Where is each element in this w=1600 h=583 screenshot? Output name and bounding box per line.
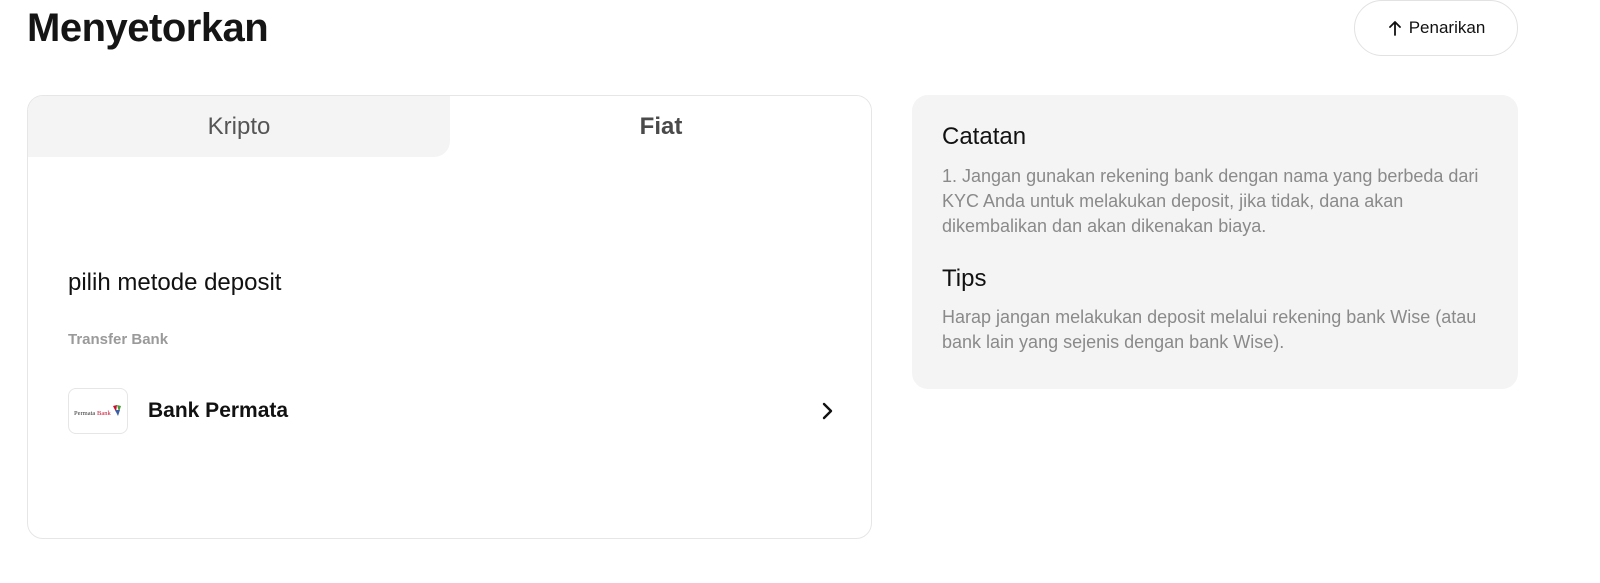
arrow-up-icon bbox=[1387, 19, 1403, 37]
page-title: Menyetorkan bbox=[27, 6, 269, 50]
notes-card: Catatan 1. Jangan gunakan rekening bank … bbox=[912, 95, 1518, 389]
withdraw-button-label: Penarikan bbox=[1408, 18, 1486, 37]
deposit-page: Menyetorkan Penarikan Kripto Fiat pilih … bbox=[0, 0, 1600, 583]
tab-fiat[interactable]: Fiat bbox=[450, 96, 871, 157]
svg-text:Bank: Bank bbox=[97, 410, 111, 417]
bank-permata-logo: Permata Bank bbox=[68, 388, 128, 434]
withdraw-button[interactable]: Penarikan bbox=[1354, 0, 1518, 56]
notes-heading: Catatan bbox=[942, 123, 1027, 150]
deposit-tabs: Kripto Fiat bbox=[28, 96, 871, 157]
notes-text: 1. Jangan gunakan rekening bank dengan n… bbox=[942, 166, 1479, 236]
tab-label: Kripto bbox=[207, 112, 271, 140]
section-label-bank-transfer: Transfer Bank bbox=[68, 331, 169, 348]
bank-option-permata[interactable]: Permata Bank Bank Permata bbox=[68, 388, 838, 434]
chevron-right-icon bbox=[816, 400, 838, 422]
bank-name: Bank Permata bbox=[148, 399, 289, 422]
tips-text: Harap jangan melakukan deposit melalui r… bbox=[942, 307, 1477, 352]
deposit-card: Kripto Fiat pilih metode deposit Transfe… bbox=[27, 95, 872, 539]
method-title: pilih metode deposit bbox=[68, 269, 282, 296]
tips-heading: Tips bbox=[942, 265, 987, 292]
tab-kripto[interactable]: Kripto bbox=[28, 96, 450, 157]
svg-text:Permata: Permata bbox=[74, 410, 95, 417]
tab-label: Fiat bbox=[639, 112, 683, 140]
